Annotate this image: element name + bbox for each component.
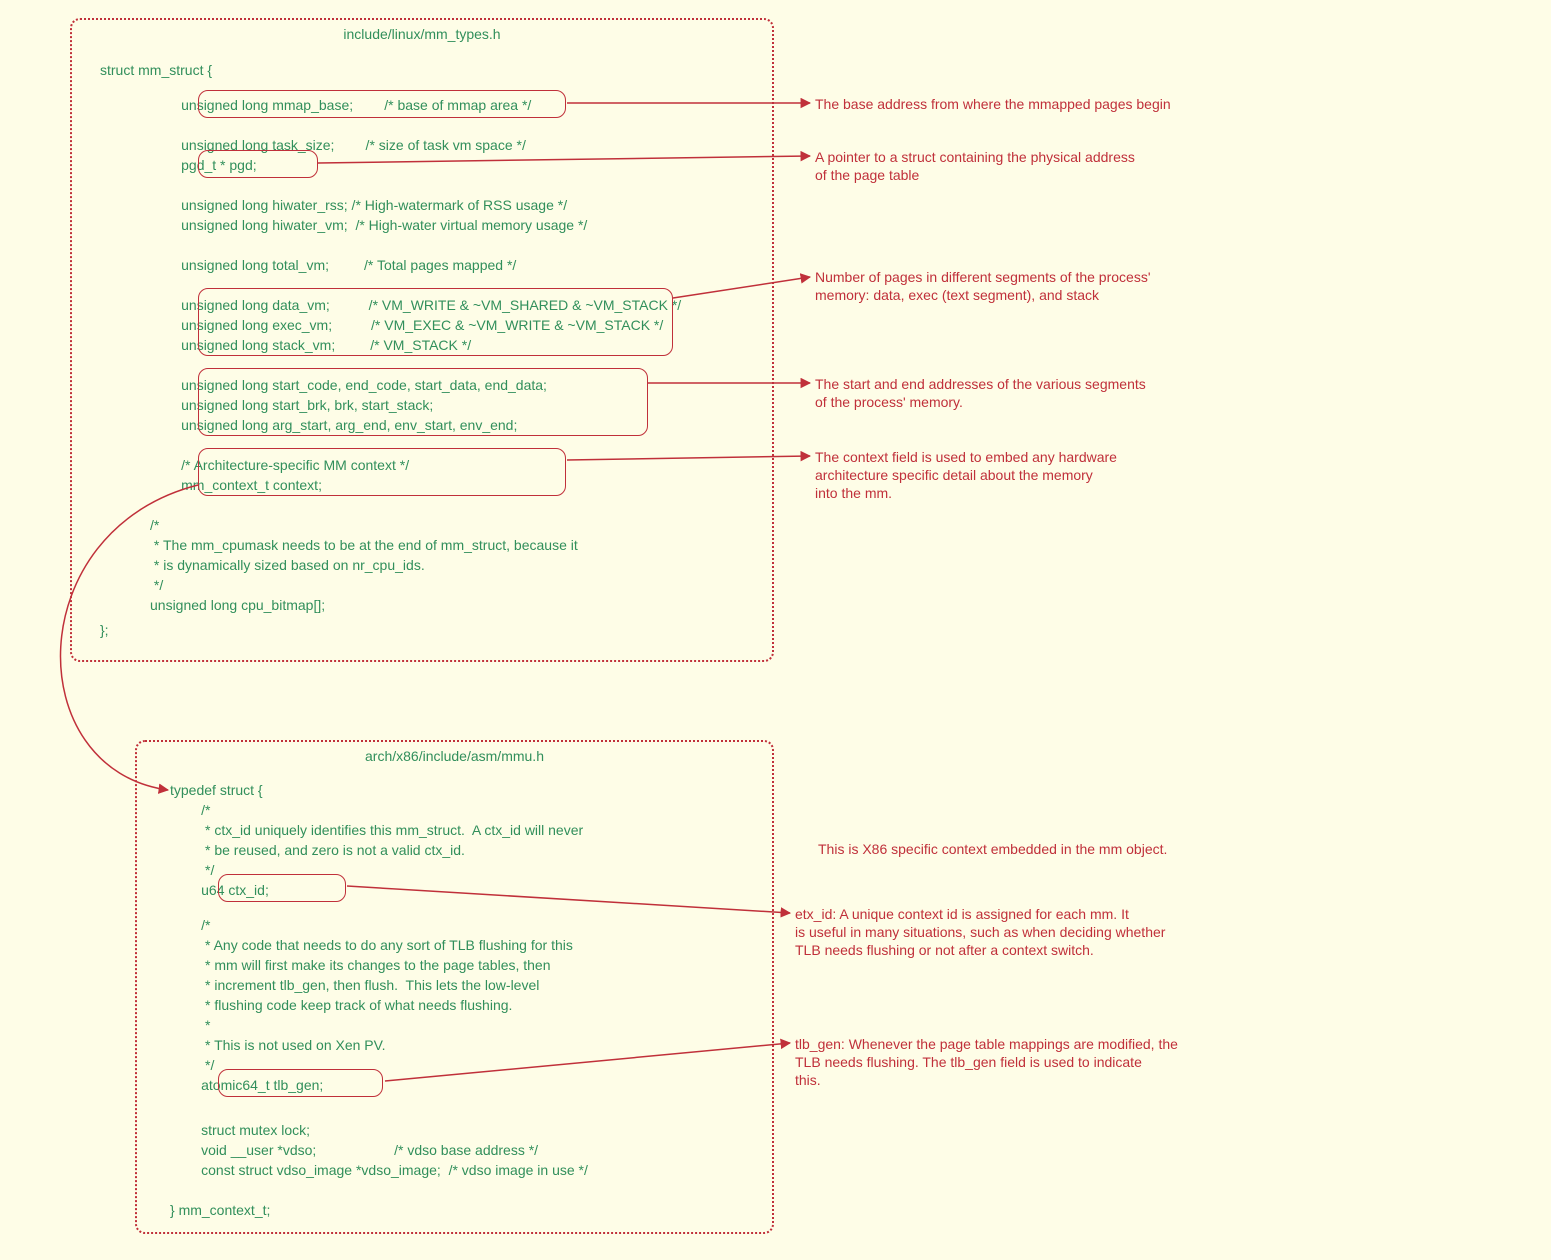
highlight-vm	[198, 288, 673, 356]
annotation-mmap-base: The base address from where the mmapped …	[815, 95, 1171, 113]
box-mmu-title: arch/x86/include/asm/mmu.h	[137, 748, 772, 764]
annotation-tlb: tlb_gen: Whenever the page table mapping…	[795, 1035, 1178, 1089]
code-line: /* * The mm_cpumask needs to be at the e…	[150, 515, 578, 615]
code-line: unsigned long hiwater_vm; /* High-water …	[150, 215, 587, 235]
code-line: void __user *vdso; /* vdso base address …	[170, 1140, 538, 1160]
annotation-ctx: The context field is used to embed any h…	[815, 448, 1117, 502]
box-mm-types-title: include/linux/mm_types.h	[72, 26, 772, 42]
annotation-pgd: A pointer to a struct containing the phy…	[815, 148, 1135, 184]
code-line: /* * ctx_id uniquely identifies this mm_…	[170, 800, 583, 880]
code-line: unsigned long hiwater_rss; /* High-water…	[150, 195, 567, 215]
highlight-ctxid	[218, 874, 346, 902]
annotation-x86: This is X86 specific context embedded in…	[818, 840, 1167, 858]
code-line: };	[100, 620, 109, 640]
annotation-seg: The start and end addresses of the vario…	[815, 375, 1146, 411]
code-line: const struct vdso_image *vdso_image; /* …	[170, 1160, 588, 1180]
code-line: /* * Any code that needs to do any sort …	[170, 915, 573, 1075]
code-line: unsigned long total_vm; /* Total pages m…	[150, 255, 516, 275]
highlight-mmap-base	[198, 90, 566, 118]
highlight-tlb	[218, 1069, 383, 1097]
annotation-vm: Number of pages in different segments of…	[815, 268, 1151, 304]
code-line: typedef struct {	[170, 780, 263, 800]
code-line: struct mm_struct {	[100, 60, 212, 80]
highlight-seg	[198, 368, 648, 436]
code-line: } mm_context_t;	[170, 1200, 270, 1220]
diagram-canvas: include/linux/mm_types.h struct mm_struc…	[0, 0, 1551, 1260]
code-line: struct mutex lock;	[170, 1120, 310, 1140]
highlight-ctx	[198, 448, 566, 496]
highlight-pgd	[198, 150, 318, 178]
annotation-ctxid: etx_id: A unique context id is assigned …	[795, 905, 1165, 959]
